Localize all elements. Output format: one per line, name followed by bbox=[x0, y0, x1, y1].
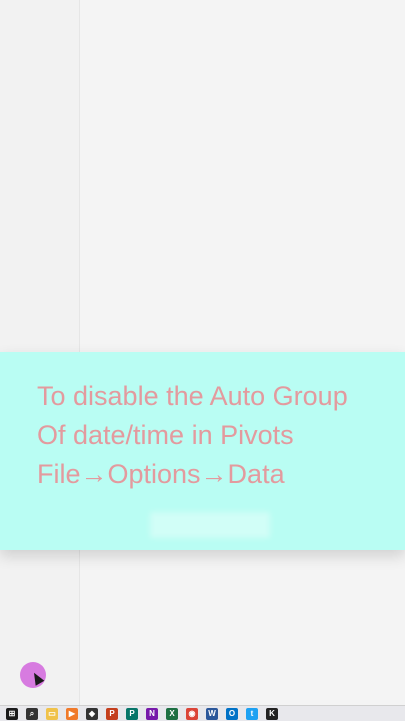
chrome-icon[interactable]: ◉ bbox=[186, 707, 198, 720]
publisher-icon[interactable]: P bbox=[126, 707, 138, 720]
media-player-icon[interactable]: ▶ bbox=[66, 707, 78, 720]
taskbar: ⊞ ⌕ ▭ ▶ ◆ P P N X ◉ W Ot K bbox=[0, 705, 405, 721]
word-icon[interactable]: W bbox=[206, 707, 218, 720]
caption-line-3: File→Options→Data bbox=[37, 459, 285, 489]
search-icon[interactable]: ⌕ bbox=[26, 707, 38, 720]
tweetdeck-icon[interactable]: t bbox=[246, 707, 258, 720]
faded-text-ghost bbox=[150, 512, 270, 538]
powerpoint-icon[interactable]: P bbox=[106, 707, 118, 720]
onenote-icon[interactable]: N bbox=[146, 707, 158, 720]
outlook-icon[interactable]: O bbox=[226, 707, 238, 720]
windows-start-icon[interactable]: ⊞ bbox=[6, 707, 18, 720]
app-icon[interactable]: ◆ bbox=[86, 707, 98, 720]
excel-icon[interactable]: X bbox=[166, 707, 178, 720]
app-k-icon[interactable]: K bbox=[266, 707, 278, 720]
caption-overlay: To disable the Auto Group Of date/time i… bbox=[0, 352, 405, 550]
caption-line-1: To disable the Auto Group bbox=[37, 381, 348, 411]
file-explorer-icon[interactable]: ▭ bbox=[46, 707, 58, 720]
caption-line-2: Of date/time in Pivots bbox=[37, 420, 294, 450]
